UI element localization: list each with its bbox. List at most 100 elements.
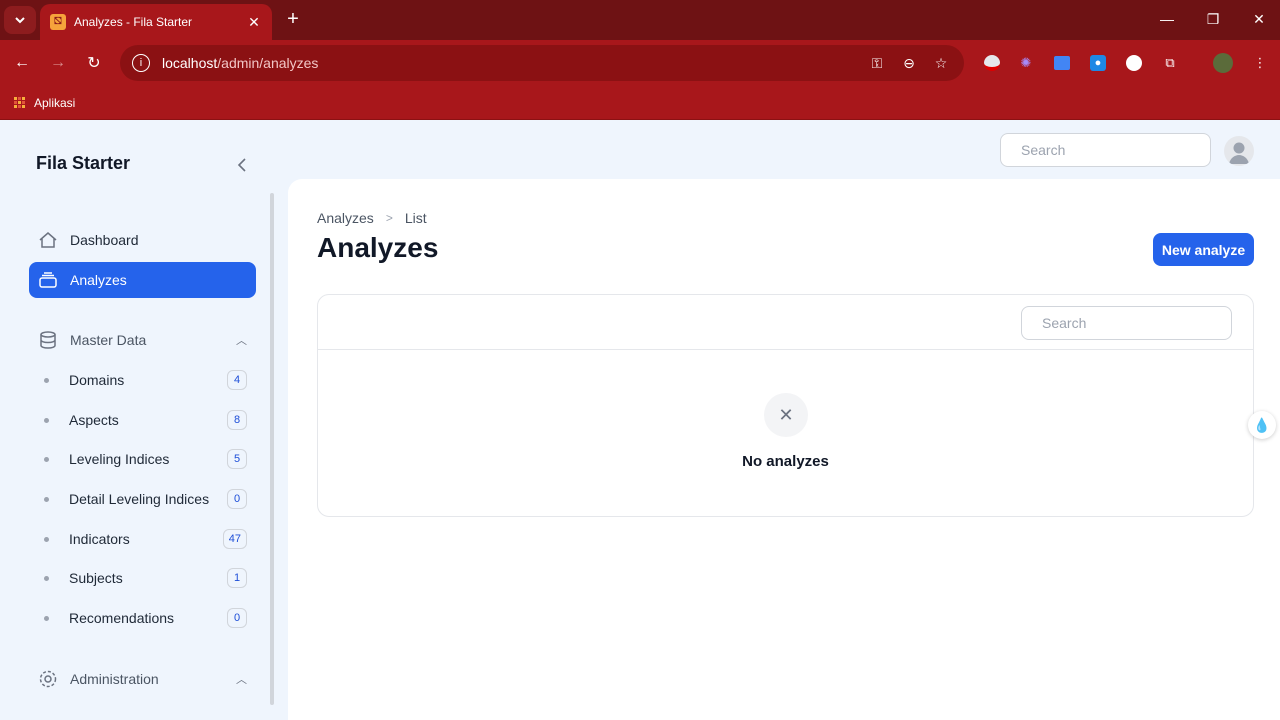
sidebar-item-recomendations[interactable]: Recomendations 0 [29, 600, 256, 636]
bullet-icon [44, 537, 49, 542]
sidebar-item-indicators[interactable]: Indicators 47 [29, 521, 256, 557]
forward-icon[interactable]: → [45, 50, 71, 76]
count-badge: 8 [227, 410, 247, 430]
analyzes-table: ✕ No analyzes [317, 294, 1254, 517]
sidebar-item-domains[interactable]: Domains 4 [29, 362, 256, 398]
record-icon[interactable] [1123, 52, 1145, 74]
url-path: /admin/analyzes [217, 55, 319, 71]
new-analyze-button[interactable]: New analyze [1153, 233, 1254, 266]
url-host: localhost [162, 55, 218, 71]
site-info-icon[interactable]: i [132, 54, 150, 72]
chevron-up-icon[interactable]: ︿ [236, 671, 247, 687]
sidebar-item-label: Recomendations [69, 610, 175, 626]
inbox-stack-icon [38, 270, 58, 290]
sidebar-item-label: Leveling Indices [69, 451, 170, 467]
puzzle-icon[interactable]: ⧉ [1159, 52, 1181, 74]
app-root: Fila Starter Dashboard Analyzes Maste [0, 121, 1280, 720]
chevron-down-icon [15, 17, 25, 24]
sidebar-item-aspects[interactable]: Aspects 8 [29, 402, 256, 438]
bullet-icon [44, 576, 49, 581]
url-text[interactable]: localhost/admin/analyzes [162, 55, 856, 71]
user-avatar[interactable] [1224, 136, 1254, 166]
browser-tabstrip: ⛞ Analyzes - Fila Starter ✕ + — ❐ ✕ [0, 0, 1280, 40]
bullet-icon [44, 616, 49, 621]
chevron-left-icon [237, 158, 246, 172]
sidebar-item-subjects[interactable]: Subjects 1 [29, 560, 256, 596]
star-icon[interactable]: ☆ [930, 52, 952, 74]
reload-icon[interactable]: ↻ [81, 50, 107, 76]
extension-icon[interactable] [981, 52, 1003, 74]
kebab-menu-icon[interactable]: ⋮ [1249, 52, 1271, 74]
sidebar-item-analyzes[interactable]: Analyzes [29, 262, 256, 298]
back-icon[interactable]: ← [9, 50, 35, 76]
table-search[interactable] [1021, 306, 1232, 340]
brand-title: Fila Starter [36, 153, 131, 173]
browser-toolbar: ← → ↻ i localhost/admin/analyzes ⚿ ⊖ ☆ ✺… [0, 40, 1280, 86]
global-search[interactable] [1000, 133, 1211, 167]
sidebar-item-label: Analyzes [70, 272, 127, 288]
gear-icon [38, 669, 58, 689]
translate-icon[interactable] [1051, 52, 1073, 74]
sidebar-scrollbar[interactable] [270, 193, 274, 705]
address-bar[interactable]: i localhost/admin/analyzes ⚿ ⊖ ☆ [120, 45, 964, 81]
empty-state-text: No analyzes [742, 453, 829, 470]
new-tab-button[interactable]: + [282, 8, 304, 30]
breadcrumb-analyzes[interactable]: Analyzes [317, 210, 374, 226]
favicon-icon: ⛞ [50, 14, 66, 30]
tab-search-button[interactable] [4, 6, 36, 34]
zoom-icon[interactable]: ⊖ [898, 52, 920, 74]
floating-extension-icon[interactable]: 💧 [1248, 411, 1276, 439]
close-icon[interactable]: ✕ [246, 14, 262, 31]
extension-gear-icon[interactable]: ✺ [1015, 52, 1037, 74]
database-icon [38, 330, 58, 350]
minimize-icon[interactable]: — [1156, 8, 1178, 30]
apps-grid-icon[interactable] [14, 96, 26, 109]
sidebar-item-leveling-indices[interactable]: Leveling Indices 5 [29, 441, 256, 477]
sidebar-item-dashboard[interactable]: Dashboard [29, 222, 256, 258]
bullet-icon [44, 457, 49, 462]
chevron-right-icon: > [385, 211, 393, 225]
global-search-input[interactable] [1021, 142, 1202, 158]
main-content: Analyzes > List Analyzes New analyze ✕ N… [288, 179, 1280, 720]
sidebar-item-label: Dashboard [70, 232, 139, 248]
sidebar-group-administration[interactable]: Administration ︿ [29, 664, 256, 694]
group-label: Master Data [70, 332, 147, 348]
sidebar-item-label: Indicators [69, 531, 130, 547]
count-badge: 5 [227, 449, 247, 469]
water-drop-icon[interactable]: ● [1087, 52, 1109, 74]
window-close-icon[interactable]: ✕ [1248, 8, 1270, 30]
sidebar: Dashboard Analyzes Master Data ︿ Domains… [0, 193, 276, 720]
sidebar-item-label: Domains [69, 372, 125, 388]
restore-icon[interactable]: ❐ [1202, 8, 1224, 30]
password-key-icon[interactable]: ⚿ [866, 52, 888, 74]
sidebar-item-label: Detail Leveling Indices [69, 491, 210, 507]
sidebar-item-detail-leveling-indices[interactable]: Detail Leveling Indices 0 [29, 481, 256, 517]
table-toolbar [318, 295, 1253, 350]
home-icon [38, 230, 58, 250]
sidebar-group-master-data[interactable]: Master Data ︿ [29, 325, 256, 355]
count-badge: 4 [227, 370, 247, 390]
count-badge: 0 [227, 489, 247, 509]
profile-icon[interactable] [1212, 52, 1234, 74]
table-search-input[interactable] [1042, 315, 1223, 331]
tab-title: Analyzes - Fila Starter [74, 15, 193, 29]
browser-tab[interactable]: ⛞ Analyzes - Fila Starter ✕ [40, 4, 272, 40]
breadcrumb: Analyzes > List [317, 210, 427, 226]
chevron-up-icon[interactable]: ︿ [236, 332, 247, 348]
count-badge: 47 [222, 529, 247, 549]
x-mark-icon: ✕ [764, 393, 808, 437]
sidebar-collapse-button[interactable] [232, 155, 252, 175]
sidebar-item-label: Subjects [69, 570, 123, 586]
bullet-icon [44, 378, 49, 383]
breadcrumb-list: List [404, 210, 427, 226]
bookmarks-bar: Aplikasi [0, 86, 1280, 120]
count-badge: 1 [227, 568, 247, 588]
page-title: Analyzes [317, 232, 439, 263]
bookmark-apps[interactable]: Aplikasi [34, 96, 75, 110]
group-label: Administration [70, 671, 159, 687]
bullet-icon [44, 497, 49, 502]
sidebar-item-label: Aspects [69, 412, 119, 428]
bullet-icon [44, 418, 49, 423]
user-icon [1229, 142, 1249, 164]
count-badge: 0 [227, 608, 247, 628]
